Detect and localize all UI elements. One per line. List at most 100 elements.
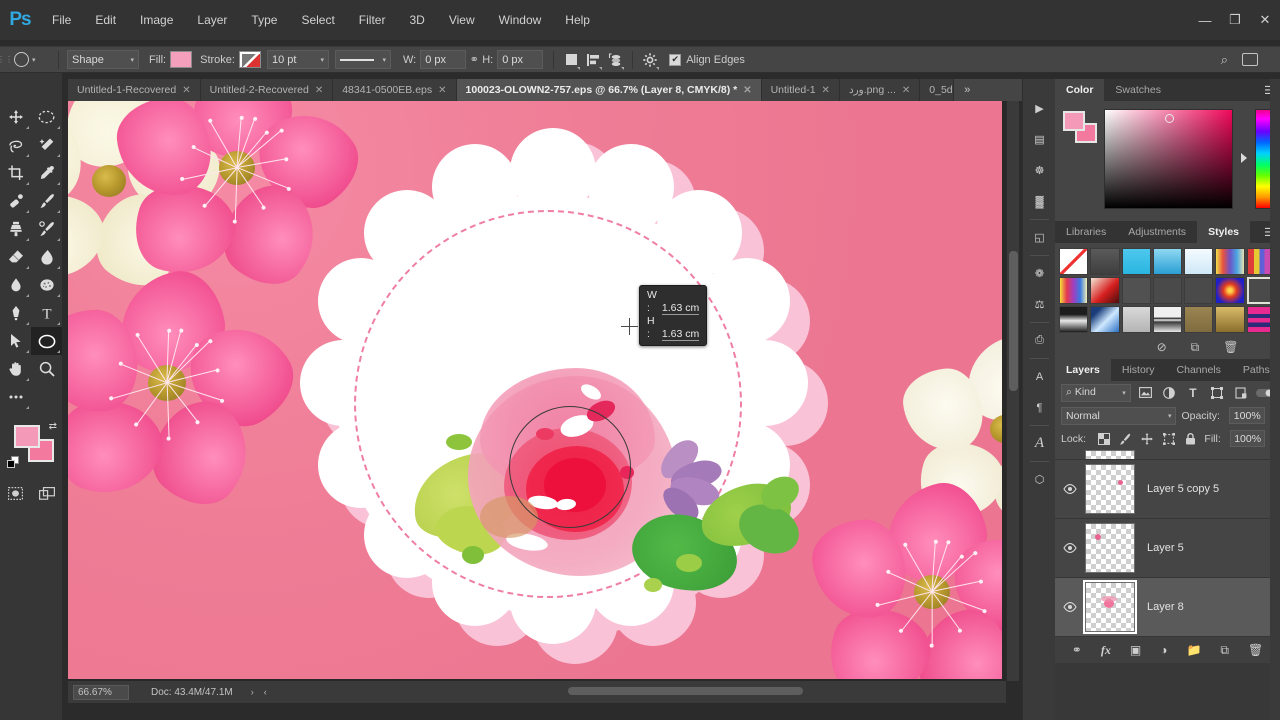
stroke-style-select[interactable]: ▾ [334, 50, 391, 69]
color-picker-handle[interactable] [1164, 113, 1174, 123]
eye-icon[interactable] [1055, 543, 1085, 553]
tab-channels[interactable]: Channels [1165, 359, 1232, 381]
elliptical-marquee-tool[interactable] [31, 103, 62, 131]
stroke-color-swatch[interactable] [238, 51, 261, 68]
layer-row-layer-5-copy-5[interactable]: Layer 5 copy 5 [1055, 460, 1280, 519]
document-tab-48341-0500eb[interactable]: 48341-0500EB.eps ✕ [333, 79, 457, 101]
eraser-tool[interactable] [0, 243, 31, 271]
layer-thumbnail[interactable] [1083, 580, 1137, 634]
screen-mode-icon[interactable] [31, 481, 62, 505]
quick-mask-icon[interactable] [0, 481, 31, 505]
close-icon[interactable]: ✕ [438, 85, 446, 96]
clone-source-icon[interactable]: ⎙ [1023, 325, 1056, 356]
opacity-input[interactable]: 100% [1228, 407, 1266, 424]
layer-thumbnail[interactable] [1085, 464, 1135, 514]
filter-pixel-icon[interactable] [1136, 383, 1155, 403]
scrollbar-thumb[interactable] [1009, 251, 1018, 391]
path-operations-icon[interactable] [560, 49, 582, 71]
lock-artboard-nesting-icon[interactable] [1161, 432, 1178, 445]
path-arrangement-icon[interactable] [604, 49, 626, 71]
layer-style-fx-icon[interactable]: fx [1101, 643, 1111, 658]
canvas-vertical-scrollbar[interactable] [1006, 101, 1019, 681]
align-edges-checkbox[interactable]: ✔ [669, 53, 682, 66]
paragraph-panel-icon[interactable]: ¶ [1023, 392, 1056, 423]
style-swatch-empty-1[interactable] [1152, 277, 1183, 304]
status-prev-icon[interactable]: ‹ [264, 687, 267, 697]
stroke-weight-select[interactable]: 10 pt ▾ [266, 50, 329, 69]
menu-item-help[interactable]: Help [553, 0, 602, 40]
filter-shape-icon[interactable] [1207, 383, 1226, 403]
style-swatch-grey-flat[interactable] [1121, 277, 1151, 304]
tab-adjustments[interactable]: Adjustments [1117, 221, 1198, 243]
style-swatch-blue-red-glow[interactable] [1215, 277, 1245, 304]
style-swatch-rainbow-gradient[interactable] [1215, 248, 1245, 275]
document-artboard[interactable]: W : 1.63 cm H : 1.63 cm [68, 101, 1002, 679]
close-icon[interactable]: ✕ [315, 85, 323, 96]
options-bar-grip[interactable]: ⋮⋮ [0, 46, 13, 73]
history-brush-tool[interactable] [31, 215, 62, 243]
blur-tool[interactable] [0, 271, 31, 299]
histogram-icon[interactable]: ▓ [1023, 186, 1056, 217]
shape-mode-select[interactable]: Shape ▾ [67, 50, 139, 69]
lock-all-icon[interactable] [1183, 432, 1200, 445]
character-styles-icon[interactable]: A [1023, 428, 1056, 459]
minimize-button[interactable]: — [1190, 7, 1220, 33]
properties-icon[interactable]: ▤ [1023, 124, 1056, 155]
new-group-icon[interactable]: 📁 [1186, 643, 1201, 657]
menu-item-image[interactable]: Image [128, 0, 185, 40]
swap-colors-icon[interactable]: ⇄ [49, 421, 57, 432]
default-colors-icon[interactable] [7, 456, 20, 469]
filter-smart-object-icon[interactable] [1231, 383, 1250, 403]
healing-brush-tool[interactable] [0, 187, 31, 215]
delete-layer-icon[interactable]: 🗑 [1248, 643, 1263, 657]
document-tab-ward-png[interactable]: ورد.png ... ✕ [839, 79, 921, 101]
foreground-color-swatch[interactable] [14, 425, 40, 448]
gear-icon[interactable] [639, 49, 661, 71]
eye-icon[interactable] [1055, 484, 1085, 494]
tool-preset-picker[interactable]: ▾ [10, 49, 52, 71]
style-swatch-empty-2[interactable] [1184, 277, 1214, 304]
document-tab-100023-olown2-757[interactable]: 100023-OLOWN2-757.eps @ 66.7% (Layer 8, … [456, 79, 762, 101]
style-swatch-dark-chrome[interactable] [1059, 306, 1089, 333]
menu-item-select[interactable]: Select [289, 0, 346, 40]
new-style-icon[interactable]: ⧉ [1191, 340, 1200, 355]
lock-image-pixels-icon[interactable] [1117, 433, 1134, 445]
close-button[interactable]: ✕ [1250, 7, 1280, 33]
eyedropper-tool[interactable] [31, 159, 62, 187]
3d-panel-icon[interactable]: ⬡ [1023, 464, 1056, 495]
document-tab-0-5d[interactable]: 0_5d [920, 79, 955, 101]
style-swatch-blue-gel[interactable] [1152, 248, 1183, 275]
width-input[interactable]: 0 px [420, 50, 467, 69]
layer-filter-kind-select[interactable]: ⌕ Kind ▾ [1061, 383, 1131, 402]
document-tab-untitled-1[interactable]: Untitled-1 ✕ [761, 79, 840, 101]
tab-color[interactable]: Color [1055, 79, 1105, 101]
tab-styles[interactable]: Styles [1197, 221, 1250, 243]
active-ellipse-path[interactable] [509, 406, 631, 528]
color-panel-foreground-swatch[interactable] [1063, 111, 1085, 131]
style-swatch-blue-chrome[interactable] [1090, 306, 1120, 333]
brush-settings-icon[interactable]: ⚖ [1023, 289, 1056, 320]
panel-side-scrollbar[interactable] [1270, 79, 1280, 720]
document-tab-untitled-2-recovered[interactable]: Untitled-2-Recovered ✕ [200, 79, 334, 101]
blend-mode-select[interactable]: Normal ▾ [1061, 406, 1177, 425]
style-swatch-none[interactable] [1059, 248, 1089, 275]
paths-panel-icon[interactable]: ◱ [1023, 222, 1056, 253]
crop-tool[interactable] [0, 159, 31, 187]
menu-item-edit[interactable]: Edit [83, 0, 128, 40]
workspace-switcher-icon[interactable] [1242, 53, 1258, 66]
layer-name[interactable]: Layer 5 copy 5 [1147, 483, 1219, 495]
layer-row-layer-8[interactable]: Layer 8 [1055, 578, 1280, 637]
layer-row-partial-above[interactable] [1055, 450, 1280, 460]
ellipse-tool[interactable] [31, 327, 62, 355]
eye-icon[interactable] [1055, 602, 1085, 612]
path-alignment-icon[interactable] [582, 49, 604, 71]
style-swatch-basic-drop-shadow[interactable] [1090, 248, 1120, 275]
layer-name[interactable]: Layer 8 [1147, 601, 1184, 613]
link-layers-icon[interactable]: ⚭ [1072, 643, 1082, 657]
document-tab-untitled-1-recovered[interactable]: Untitled-1-Recovered ✕ [68, 79, 201, 101]
canvas-horizontal-scrollbar-thumb[interactable] [568, 687, 803, 695]
pen-tool[interactable] [0, 299, 31, 327]
type-tool[interactable]: T [31, 299, 62, 327]
clone-stamp-tool[interactable] [0, 215, 31, 243]
style-swatch-pattern[interactable] [1152, 306, 1183, 333]
